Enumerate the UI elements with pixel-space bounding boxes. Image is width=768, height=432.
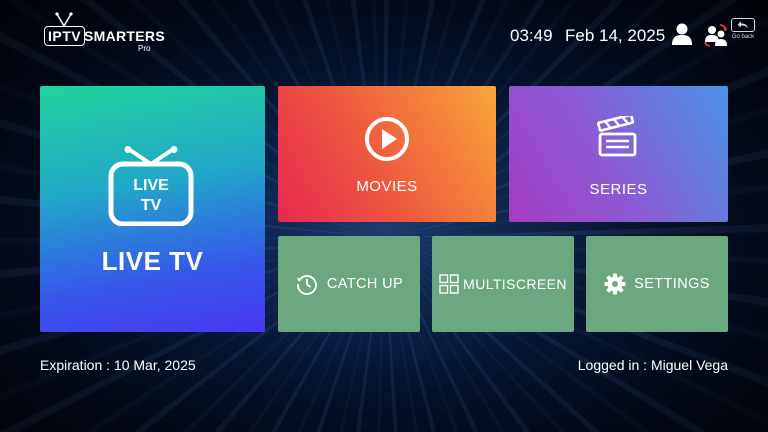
back-arrow-icon (731, 18, 755, 32)
app-logo: IPTV SMARTERS Pro (44, 12, 165, 56)
tv-icon-text-line1: LIVE (133, 177, 169, 194)
live-tv-tile[interactable]: LIVE TV LIVE TV (40, 86, 265, 332)
expiration-text: Expiration : 10 Mar, 2025 (40, 357, 196, 373)
tv-antenna-icon: LIVE TV (108, 146, 194, 226)
movies-label: MOVIES (356, 178, 418, 195)
clapperboard-icon (597, 116, 637, 157)
play-circle-icon (365, 117, 409, 161)
multiscreen-label: MULTISCREEN (463, 276, 567, 292)
multiscreen-tile[interactable]: MULTISCREEN (432, 236, 574, 332)
logged-in-text: Logged in : Miguel Vega (577, 357, 728, 373)
settings-content: SETTINGS (586, 236, 728, 332)
switch-user-icon[interactable] (703, 22, 729, 48)
clock-time: 03:49 (510, 26, 553, 45)
movies-tile[interactable]: MOVIES (278, 86, 496, 222)
series-label: SERIES (589, 181, 648, 198)
go-back-button[interactable]: Go back (729, 18, 757, 46)
logo-pro-text: Pro (138, 44, 151, 53)
logo-iptv-text: IPTV (44, 26, 86, 46)
clock-date: Feb 14, 2025 (565, 26, 666, 45)
gear-icon (604, 273, 626, 295)
catch-up-tile[interactable]: CATCH UP (278, 236, 420, 332)
settings-label: SETTINGS (634, 276, 710, 292)
live-tv-label: LIVE TV (101, 246, 204, 276)
multiscreen-content: MULTISCREEN (432, 236, 574, 332)
catch-up-label: CATCH UP (326, 276, 404, 292)
history-clock-icon (296, 275, 317, 295)
catch-up-content: CATCH UP (278, 236, 420, 332)
settings-tile[interactable]: SETTINGS (586, 236, 728, 332)
series-tile[interactable]: SERIES (509, 86, 728, 222)
user-icon[interactable] (671, 22, 693, 46)
logo-smarters-text: SMARTERS (84, 28, 165, 44)
go-back-label: Go back (731, 34, 755, 40)
grid-icon (439, 274, 459, 294)
tv-icon-text-line2: TV (141, 197, 162, 214)
